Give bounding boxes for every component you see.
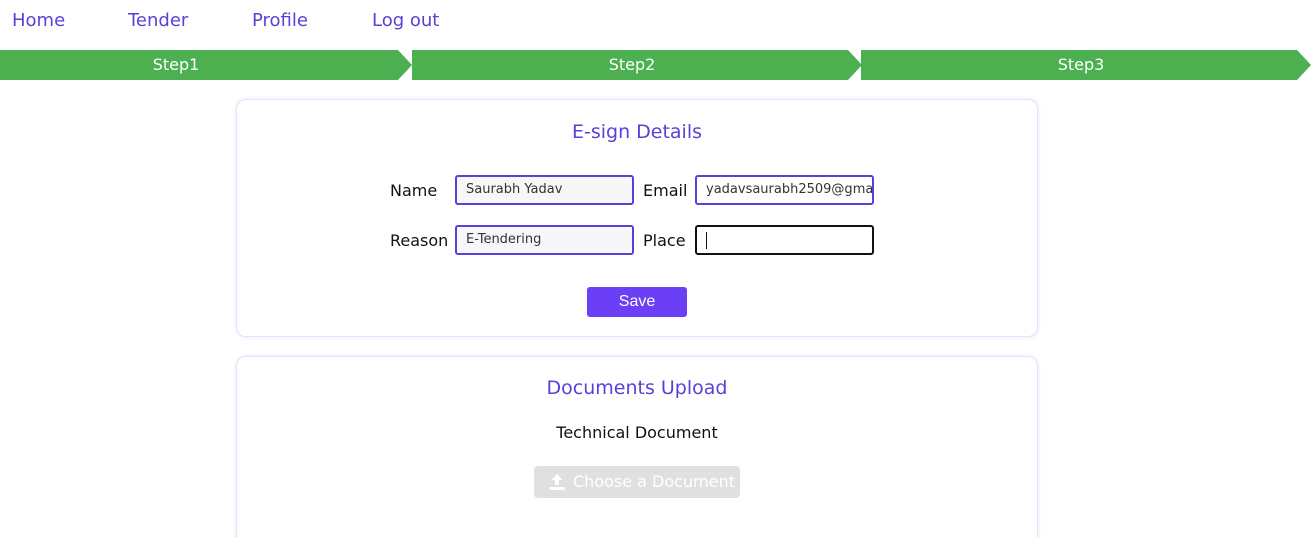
nav-home-link[interactable]: Home	[12, 10, 65, 31]
step-2[interactable]: Step2	[412, 50, 862, 80]
step-1-label: Step1	[152, 55, 200, 74]
step-3[interactable]: Step3	[861, 50, 1311, 80]
esign-details-card: E-sign Details Name Saurabh Yadav Email …	[236, 99, 1038, 337]
choose-document-label: Choose a Document	[573, 472, 735, 491]
step-3-label: Step3	[1057, 55, 1105, 74]
step-1[interactable]: Step1	[0, 50, 412, 80]
choose-document-button[interactable]: Choose a Document	[534, 466, 740, 498]
technical-document-label: Technical Document	[556, 423, 718, 442]
reason-label: Reason	[390, 231, 449, 250]
top-nav: Home Tender Profile Log out	[0, 0, 1314, 42]
reason-input[interactable]: E-Tendering	[455, 225, 634, 255]
upload-icon	[549, 474, 565, 490]
step-2-label: Step2	[608, 55, 656, 74]
email-input[interactable]: yadavsaurabh2509@gma	[695, 175, 874, 205]
documents-upload-card: Documents Upload Technical Document Choo…	[236, 356, 1038, 537]
progress-steps: Step1 Step2 Step3	[0, 50, 1314, 80]
email-label: Email	[643, 181, 688, 200]
name-label: Name	[390, 181, 438, 200]
save-button[interactable]: Save	[587, 287, 687, 317]
documents-title: Documents Upload	[546, 377, 728, 399]
name-input[interactable]: Saurabh Yadav	[455, 175, 634, 205]
nav-logout-link[interactable]: Log out	[372, 10, 439, 31]
nav-profile-link[interactable]: Profile	[252, 10, 308, 31]
text-caret	[706, 232, 707, 249]
nav-tender-link[interactable]: Tender	[128, 10, 188, 31]
place-input[interactable]	[695, 225, 874, 255]
esign-title: E-sign Details	[571, 121, 703, 143]
place-label: Place	[643, 231, 686, 250]
